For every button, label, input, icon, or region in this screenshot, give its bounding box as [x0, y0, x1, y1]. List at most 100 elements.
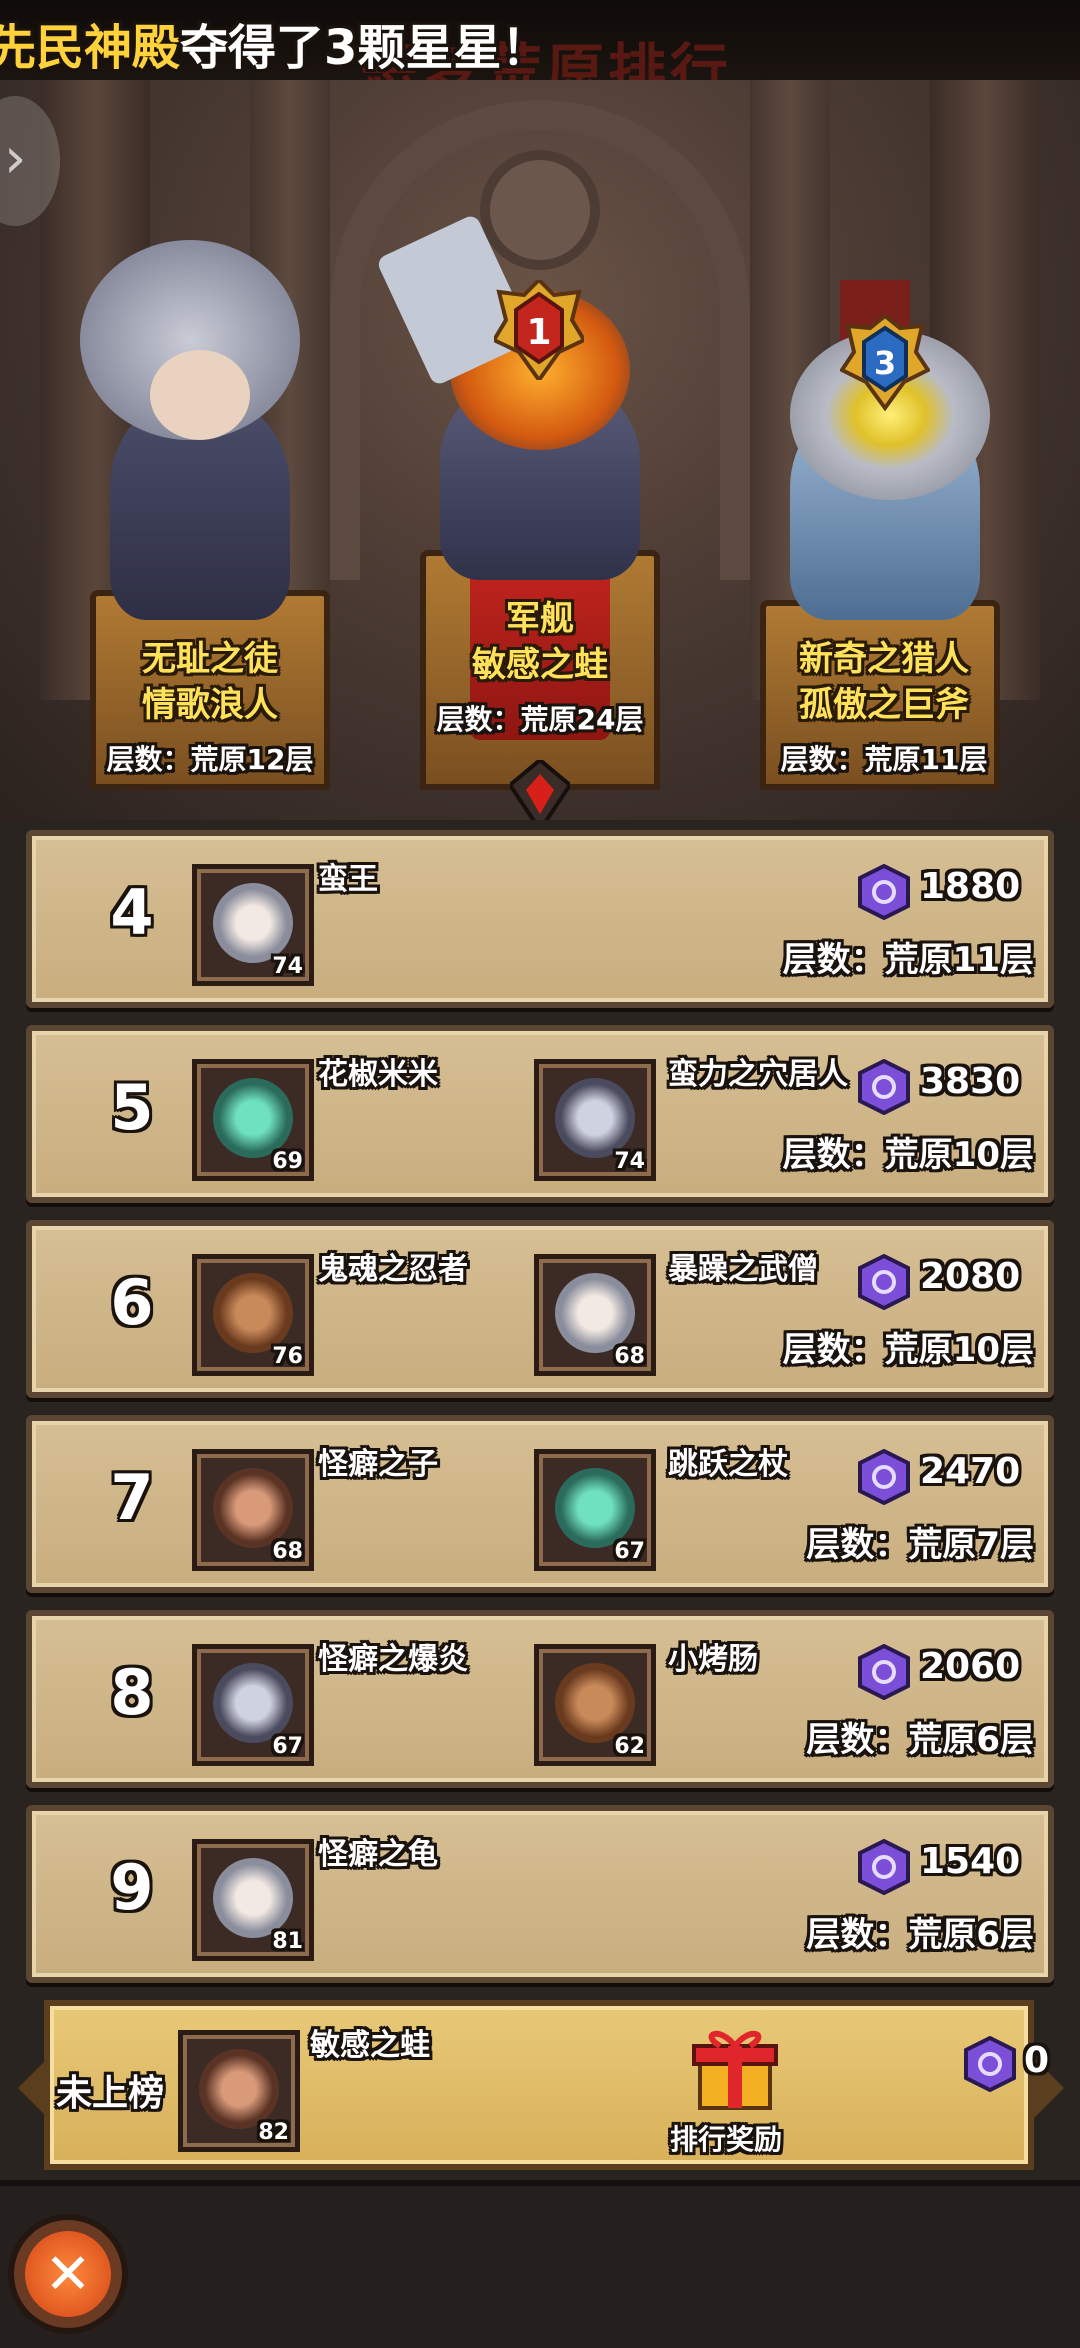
- reward-label[interactable]: 排行奖励: [670, 2118, 782, 2158]
- rank-score: 2470: [920, 1451, 1021, 1492]
- hero-second-face: [150, 350, 250, 440]
- podium-third-names: 新奇之猎人 孤傲之巨斧: [724, 636, 1044, 728]
- rank-row[interactable]: 6 76 鬼魂之忍者 68 暴躁之武僧 2080 层数：荒原10层: [26, 1220, 1054, 1398]
- rank-floor: 层数：荒原6层: [806, 1915, 1034, 1955]
- rank-gem-icon: [858, 1059, 910, 1115]
- member-level: 74: [614, 1149, 645, 1174]
- my-avatar[interactable]: 82: [178, 2030, 300, 2152]
- rank-row[interactable]: 5 69 花椒米米 74 蛮力之穴居人 3830 层数：荒原10层: [26, 1025, 1054, 1203]
- member-name: 蛮力之穴居人: [668, 1057, 848, 1092]
- member-level: 67: [272, 1734, 303, 1759]
- rank-score: 3830: [920, 1061, 1021, 1102]
- my-score: 0: [1024, 2040, 1050, 2081]
- member-level: 76: [272, 1344, 303, 1369]
- member-avatar[interactable]: 67: [192, 1644, 314, 1766]
- member-name: 怪癖之爆炎: [318, 1642, 468, 1677]
- rank-score: 2080: [920, 1256, 1021, 1297]
- member-avatar-face: [213, 883, 293, 963]
- member-avatar[interactable]: 74: [192, 864, 314, 986]
- podium-third-name: 孤傲之巨斧: [799, 685, 969, 725]
- member-avatar-face: [213, 1858, 293, 1938]
- close-button[interactable]: ✕: [8, 2214, 128, 2334]
- rank-score: 2060: [920, 1646, 1021, 1687]
- podium-second-name: 情歌浪人: [142, 685, 278, 725]
- member-avatar[interactable]: 76: [192, 1254, 314, 1376]
- rank-number: 8: [110, 1656, 154, 1729]
- member-level: 81: [272, 1929, 303, 1954]
- rank-gem-icon: [858, 1254, 910, 1310]
- gift-icon[interactable]: [690, 2024, 780, 2114]
- podium-first-floor: 层数：荒原24层: [436, 703, 644, 736]
- member-avatar[interactable]: 74: [534, 1059, 656, 1181]
- chevron-right-icon: ›: [4, 126, 27, 191]
- podium-third-title: 新奇之猎人: [799, 639, 969, 679]
- rank-gem-icon: [858, 1449, 910, 1505]
- rank-gem-icon: [858, 1839, 910, 1895]
- bottom-bar: [0, 2180, 1080, 2348]
- my-name: 敏感之蛙: [310, 2028, 430, 2063]
- rank-row[interactable]: 8 67 怪癖之爆炎 62 小烤肠 2060 层数：荒原6层: [26, 1610, 1054, 1788]
- my-avatar-level: 82: [258, 2120, 289, 2145]
- podium-first-names: 军舰 敏感之蛙: [380, 596, 700, 688]
- rank-1-badge-icon: 1: [494, 280, 584, 380]
- my-rank-row[interactable]: 未上榜 82 敏感之蛙 排行奖励 0: [44, 2000, 1049, 2170]
- close-icon: ✕: [25, 2231, 111, 2317]
- announcement-text: 先民神殿夺得了3颗星星！: [0, 8, 549, 78]
- rank-gem-icon: [858, 1644, 910, 1700]
- podium-third-floor: 层数：荒原11层: [780, 743, 988, 776]
- rank-floor: 层数：荒原6层: [806, 1720, 1034, 1760]
- rank-number: 7: [110, 1461, 154, 1534]
- member-avatar[interactable]: 69: [192, 1059, 314, 1181]
- rank-number: 9: [110, 1851, 154, 1924]
- rank-number: 6: [110, 1266, 154, 1339]
- rank-number: 5: [110, 1071, 154, 1144]
- rank-number: 4: [110, 876, 154, 949]
- member-level: 62: [614, 1734, 645, 1759]
- podium-second-names: 无耻之徒 情歌浪人: [50, 636, 370, 728]
- member-level: 68: [614, 1344, 645, 1369]
- rank-3-badge-number: 3: [874, 344, 896, 382]
- rank-score: 1880: [920, 866, 1021, 907]
- member-avatar-face: [213, 1273, 293, 1353]
- member-avatar-face: [555, 1468, 635, 1548]
- member-level: 69: [272, 1149, 303, 1174]
- rank-floor: 层数：荒原10层: [782, 1330, 1034, 1370]
- member-name: 花椒米米: [318, 1057, 438, 1092]
- podium-first-name: 敏感之蛙: [472, 645, 608, 685]
- member-name: 小烤肠: [668, 1642, 758, 1677]
- temple-emblem: [480, 150, 600, 270]
- member-avatar[interactable]: 68: [534, 1254, 656, 1376]
- member-avatar-face: [555, 1078, 635, 1158]
- member-avatar-face: [555, 1663, 635, 1743]
- member-level: 74: [272, 954, 303, 979]
- member-name: 暴躁之武僧: [668, 1252, 818, 1287]
- member-avatar-face: [213, 1468, 293, 1548]
- rank-floor: 层数：荒原11层: [782, 940, 1034, 980]
- rank-gem-icon: [964, 2036, 1016, 2092]
- member-avatar-face: [213, 1663, 293, 1743]
- member-avatar[interactable]: 81: [192, 1839, 314, 1961]
- rank-3-badge-icon: 3: [840, 313, 930, 412]
- member-avatar[interactable]: 62: [534, 1644, 656, 1766]
- announcement-rest: 夺得了3颗星星！: [180, 20, 550, 76]
- member-avatar[interactable]: 68: [192, 1449, 314, 1571]
- podium-second-title: 无耻之徒: [142, 639, 278, 679]
- announcement-highlight: 先民神殿: [0, 20, 181, 76]
- rank-score: 1540: [920, 1841, 1021, 1882]
- member-avatar-face: [213, 1078, 293, 1158]
- member-level: 68: [272, 1539, 303, 1564]
- rank-floor: 层数：荒原10层: [782, 1135, 1034, 1175]
- rank-row[interactable]: 9 81 怪癖之龟 1540 层数：荒原6层: [26, 1805, 1054, 1983]
- member-avatar[interactable]: 67: [534, 1449, 656, 1571]
- rank-row[interactable]: 4 74 蛮王 1880 层数：荒原11层: [26, 830, 1054, 1008]
- member-name: 蛮王: [318, 862, 378, 897]
- rank-1-badge-number: 1: [526, 312, 551, 353]
- member-name: 怪癖之龟: [318, 1837, 438, 1872]
- podium-scene: 1 3 无耻之徒 情歌浪人 层数：荒原12层 军舰 敏感之蛙 层数：荒原24层 …: [0, 80, 1080, 820]
- rank-gem-icon: [858, 864, 910, 920]
- my-avatar-face: [199, 2049, 279, 2129]
- my-rank-label: 未上榜: [56, 2073, 165, 2114]
- member-avatar-face: [555, 1273, 635, 1353]
- rank-row[interactable]: 7 68 怪癖之子 67 跳跃之杖 2470 层数：荒原7层: [26, 1415, 1054, 1593]
- announcement-banner: 恶梦荒原排行 先民神殿夺得了3颗星星！: [0, 0, 1080, 80]
